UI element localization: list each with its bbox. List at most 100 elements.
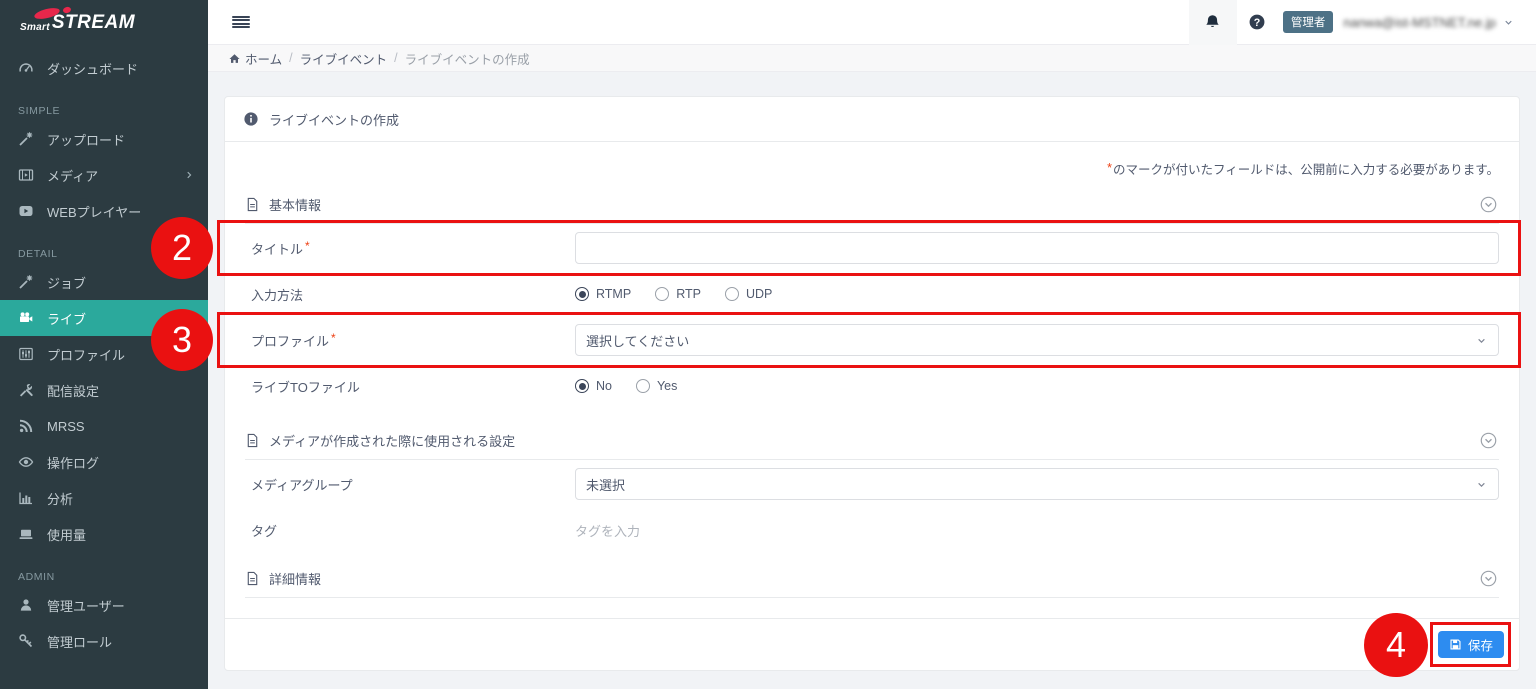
sidebar-item-upload[interactable]: アップロード: [0, 121, 208, 157]
sidebar-item-admin-users[interactable]: 管理ユーザー: [0, 587, 208, 623]
sidebar-item-label: 管理ロール: [47, 632, 112, 651]
field-row-tags: タグ タグを入力: [245, 508, 1499, 552]
radio-label: UDP: [746, 287, 772, 301]
section-detail-info: 詳細情報: [245, 560, 1499, 598]
profile-select[interactable]: 選択してください: [575, 324, 1499, 356]
chevron-down-icon: [1475, 334, 1488, 347]
live-to-file-radio-group: No Yes: [575, 379, 677, 393]
topbar-right: ? 管理者 nanwa@ist-MSTNET.ne.jp: [1189, 0, 1514, 45]
section-title: 詳細情報: [269, 569, 321, 588]
user-menu[interactable]: nanwa@ist-MSTNET.ne.jp: [1343, 15, 1514, 30]
app-window: Smart STREAM ダッシュボード SIMPLE アップロード メディア …: [0, 0, 1536, 689]
film-icon: [18, 167, 34, 183]
field-label: タイトル*: [245, 239, 575, 258]
field-label: メディアグループ: [245, 475, 575, 494]
required-note: * のマークが付いたフィールドは、公開前に入力する必要があります。: [245, 150, 1499, 186]
save-button-label: 保存: [1468, 635, 1493, 654]
collapse-chevron-icon[interactable]: [1480, 196, 1497, 213]
role-badge: 管理者: [1283, 11, 1334, 33]
floppy-disk-icon: [1449, 638, 1462, 651]
section-basic-info: 基本情報: [245, 186, 1499, 224]
radio-yes[interactable]: Yes: [636, 379, 677, 393]
breadcrumb-live-events[interactable]: ライブイベント: [300, 49, 388, 68]
user-email: nanwa@ist-MSTNET.ne.jp: [1343, 15, 1496, 30]
field-label: タグ: [245, 521, 575, 540]
radio-label: RTMP: [596, 287, 631, 301]
tools-icon: [18, 382, 34, 398]
radio-unselected-icon: [725, 287, 739, 301]
sidebar-item-label: 分析: [47, 489, 73, 508]
sidebar-item-mrss[interactable]: MRSS: [0, 408, 208, 444]
radio-udp[interactable]: UDP: [725, 287, 772, 301]
page-title: ライブイベントの作成: [269, 110, 399, 129]
field-row-profile: 3 プロファイル* 選択してください: [245, 316, 1499, 364]
save-button[interactable]: 保存: [1438, 631, 1504, 658]
main-column: ? 管理者 nanwa@ist-MSTNET.ne.jp ホーム / ライブイベ…: [208, 0, 1536, 689]
radio-rtmp[interactable]: RTMP: [575, 287, 631, 301]
help-button[interactable]: ?: [1237, 0, 1277, 45]
sidebar-item-usage[interactable]: 使用量: [0, 516, 208, 552]
user-icon: [18, 597, 34, 613]
sidebar-item-admin-roles[interactable]: 管理ロール: [0, 623, 208, 659]
sidebar-item-operation-log[interactable]: 操作ログ: [0, 444, 208, 480]
sidebar-item-label: プロファイル: [47, 345, 125, 364]
app-logo[interactable]: Smart STREAM: [0, 0, 208, 46]
breadcrumb-label: ホーム: [245, 49, 282, 68]
media-group-select[interactable]: 未選択: [575, 468, 1499, 500]
magic-wand-icon: [18, 131, 34, 147]
input-method-radio-group: RTMP RTP UDP: [575, 287, 772, 301]
radio-label: No: [596, 379, 612, 393]
section-media-settings: メディアが作成された際に使用される設定: [245, 422, 1499, 460]
field-row-live-to-file: ライブTOファイル No Yes: [245, 364, 1499, 408]
sidebar-item-profile[interactable]: プロファイル: [0, 336, 208, 372]
logo-text-stream: STREAM: [52, 12, 135, 34]
card-body: * のマークが付いたフィールドは、公開前に入力する必要があります。 基本情報 2…: [225, 142, 1519, 618]
sidebar-item-live[interactable]: ライブ: [0, 300, 208, 336]
section-title: メディアが作成された際に使用される設定: [269, 431, 515, 450]
sidebar-item-label: ダッシュボード: [47, 59, 138, 78]
sidebar-item-job[interactable]: ジョブ: [0, 264, 208, 300]
sidebar-item-dashboard[interactable]: ダッシュボード: [0, 50, 208, 86]
sidebar-item-webplayer[interactable]: WEBプレイヤー: [0, 193, 208, 229]
eye-icon: [18, 454, 34, 470]
sidebar-section-simple: SIMPLE: [0, 101, 208, 121]
collapse-chevron-icon[interactable]: [1480, 570, 1497, 587]
sidebar-item-media[interactable]: メディア: [0, 157, 208, 193]
radio-rtp[interactable]: RTP: [655, 287, 701, 301]
field-row-media-group: メディアグループ 未選択: [245, 460, 1499, 508]
sidebar-item-analytics[interactable]: 分析: [0, 480, 208, 516]
radio-selected-icon: [575, 287, 589, 301]
radio-no[interactable]: No: [575, 379, 612, 393]
create-live-event-card: ライブイベントの作成 * のマークが付いたフィールドは、公開前に入力する必要があ…: [224, 96, 1520, 671]
sidebar-item-label: WEBプレイヤー: [47, 202, 141, 221]
sidebar-item-label: 管理ユーザー: [47, 596, 125, 615]
menu-icon[interactable]: [232, 16, 250, 29]
select-placeholder: 選択してください: [586, 331, 689, 350]
collapse-chevron-icon[interactable]: [1480, 432, 1497, 449]
title-input[interactable]: [575, 232, 1499, 264]
gauge-icon: [18, 60, 34, 76]
field-label-text: プロファイル: [251, 334, 329, 349]
breadcrumb-home[interactable]: ホーム: [228, 49, 282, 68]
key-icon: [18, 633, 34, 649]
radio-unselected-icon: [636, 379, 650, 393]
sidebar-section-admin: ADMIN: [0, 567, 208, 587]
sidebar: Smart STREAM ダッシュボード SIMPLE アップロード メディア …: [0, 0, 208, 689]
sidebar-item-delivery-settings[interactable]: 配信設定: [0, 372, 208, 408]
required-note-text: のマークが付いたフィールドは、公開前に入力する必要があります。: [1113, 159, 1499, 178]
play-button-icon: [18, 203, 34, 219]
breadcrumb: ホーム / ライブイベント / ライブイベントの作成: [208, 45, 1536, 72]
sidebar-item-label: ジョブ: [47, 273, 86, 292]
field-label: プロファイル*: [245, 331, 575, 350]
field-row-input-method: 入力方法 RTMP RTP UDP: [245, 272, 1499, 316]
chevron-down-icon: [1475, 478, 1488, 491]
field-label: 入力方法: [245, 285, 575, 304]
sidebar-item-label: 操作ログ: [47, 453, 99, 472]
sidebar-item-label: メディア: [47, 166, 98, 185]
sidebar-item-label: 使用量: [47, 525, 86, 544]
tags-input[interactable]: タグを入力: [575, 521, 640, 540]
breadcrumb-separator: /: [289, 51, 292, 65]
svg-text:?: ?: [1254, 17, 1261, 29]
document-icon: [245, 571, 260, 586]
notifications-button[interactable]: [1189, 0, 1237, 45]
